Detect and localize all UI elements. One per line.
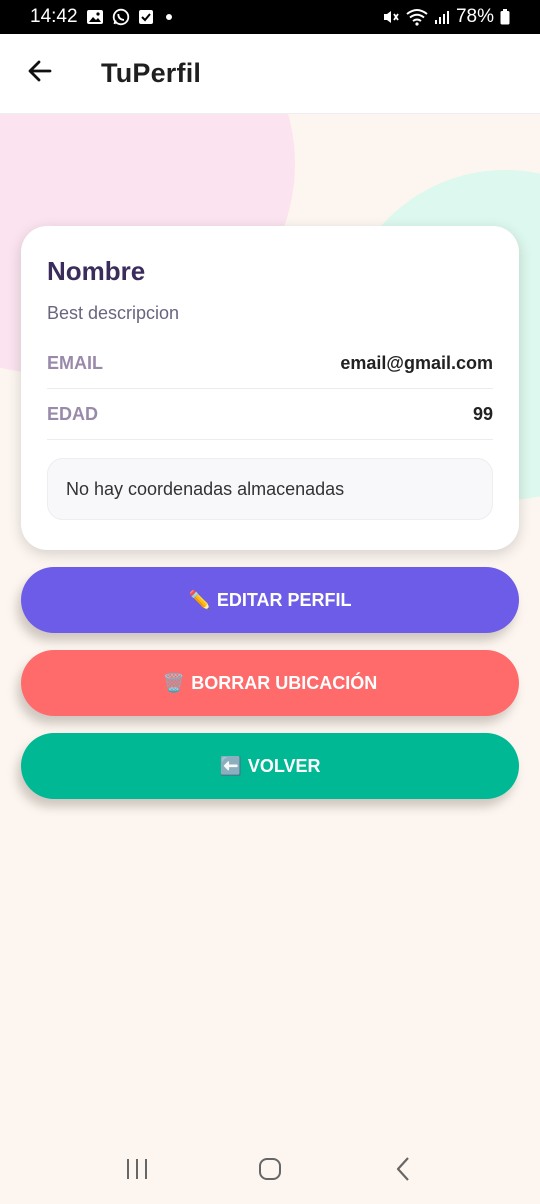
delete-location-label: BORRAR UBICACIÓN — [191, 672, 378, 693]
edit-profile-label: EDITAR PERFIL — [216, 589, 352, 610]
profile-card: Nombre Best descripcion EMAIL email@gmai… — [21, 226, 519, 550]
back-button[interactable] — [20, 54, 60, 94]
page-title: TuPerfil — [101, 58, 202, 88]
status-left: 14:42 — [30, 6, 176, 28]
back-action-button[interactable]: ⬅️ VOLVER — [21, 733, 519, 799]
signal-icon — [434, 9, 450, 25]
email-value: email@gmail.com — [340, 352, 493, 373]
email-label: EMAIL — [47, 352, 103, 373]
pencil-icon: ✏️ — [188, 589, 211, 610]
email-row: EMAIL email@gmail.com — [47, 338, 493, 389]
whatsapp-icon — [112, 8, 130, 26]
system-nav-bar — [0, 1138, 540, 1204]
left-arrow-icon: ⬅️ — [219, 755, 242, 776]
recent-apps-icon — [124, 1157, 150, 1186]
age-value: 99 — [472, 403, 493, 424]
age-row: EDAD 99 — [47, 389, 493, 440]
edit-profile-button[interactable]: ✏️ EDITAR PERFIL — [21, 567, 519, 633]
age-label: EDAD — [47, 403, 99, 424]
status-right: 78% — [382, 6, 510, 28]
status-bar: 14:42 78% — [0, 0, 540, 34]
arrow-left-icon — [26, 57, 54, 90]
back-icon — [393, 1156, 413, 1187]
delete-location-button[interactable]: 🗑️ BORRAR UBICACIÓN — [21, 650, 519, 716]
checkbox-icon — [138, 9, 154, 25]
nav-back-button[interactable] — [373, 1146, 433, 1196]
battery-icon — [500, 9, 510, 25]
recent-apps-button[interactable] — [107, 1146, 167, 1196]
trash-icon: 🗑️ — [162, 672, 186, 693]
gallery-icon — [86, 9, 104, 25]
back-action-label: VOLVER — [247, 755, 321, 776]
wifi-icon — [406, 8, 428, 26]
coordinates-box: No hay coordenadas almacenadas — [47, 458, 493, 520]
home-icon — [257, 1156, 283, 1187]
status-time: 14:42 — [30, 6, 78, 27]
battery-percentage: 78% — [455, 6, 494, 27]
coordinates-text: No hay coordenadas almacenadas — [66, 478, 345, 499]
dot-icon — [162, 10, 176, 24]
app-bar: TuPerfil — [0, 34, 540, 114]
profile-name: Nombre — [47, 256, 146, 286]
profile-screen: Nombre Best descripcion EMAIL email@gmai… — [0, 114, 540, 1138]
profile-description: Best descripcion — [47, 303, 180, 323]
home-button[interactable] — [240, 1146, 300, 1196]
mute-icon — [382, 8, 400, 26]
